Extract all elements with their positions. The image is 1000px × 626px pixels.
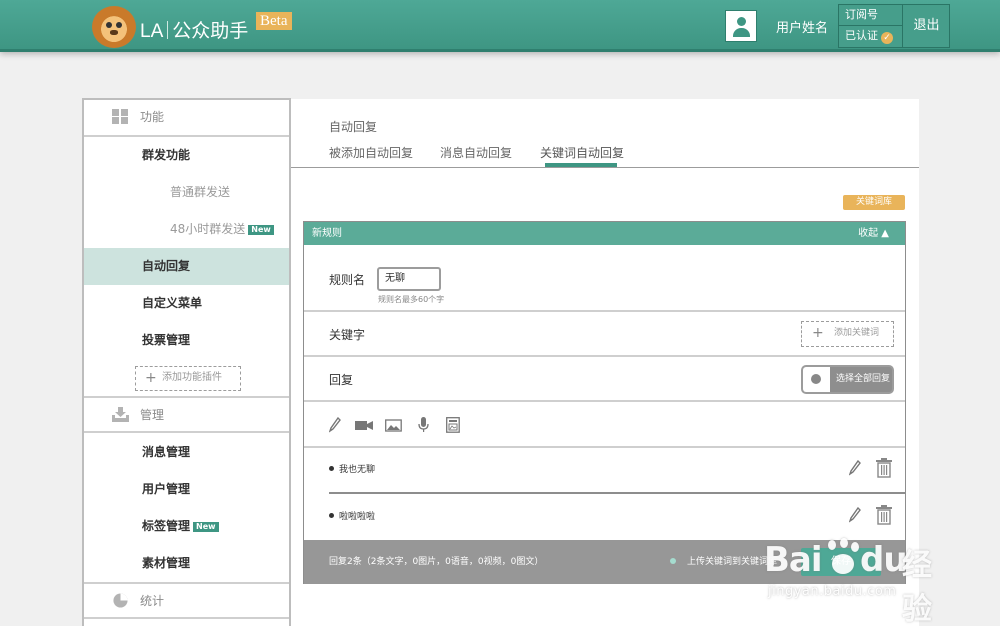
sidebar-section-label: 功能 xyxy=(140,110,165,124)
microphone-icon[interactable] xyxy=(418,417,429,433)
user-avatar-icon[interactable] xyxy=(725,10,757,42)
sidebar-item-message[interactable]: 消息管理 xyxy=(84,434,289,471)
reply-text: 我也无聊 xyxy=(339,465,376,475)
verified-check-icon: ✓ xyxy=(881,32,893,44)
logout-button[interactable]: 退出 xyxy=(903,5,950,47)
tab-added-auto-reply[interactable]: 被添加自动回复 xyxy=(329,144,413,161)
rule-header: 新规则 收起 ▲ xyxy=(304,222,905,245)
tab-keyword-auto-reply[interactable]: 关键词自动回复 xyxy=(540,144,624,161)
toggle-knob xyxy=(803,367,830,392)
plus-icon: + xyxy=(812,325,824,341)
collapse-label: 收起 xyxy=(858,228,879,239)
rule-name-hint: 规则名最多60个字 xyxy=(378,295,445,304)
beta-badge: Beta xyxy=(256,12,292,30)
paw-icon xyxy=(824,538,864,580)
sidebar-item-auto-reply[interactable]: 自动回复 xyxy=(84,248,289,285)
account-type: 订阅号 xyxy=(839,5,903,26)
add-plugin-button[interactable]: + 添加功能插件 xyxy=(135,366,241,391)
radio-icon xyxy=(670,558,676,564)
sidebar-item-mass-send[interactable]: 群发功能 xyxy=(84,137,289,174)
sidebar-section-label: 管理 xyxy=(140,408,165,422)
bullet-icon xyxy=(329,513,334,518)
select-all-label: 选择全部回复 xyxy=(836,374,891,384)
brand-name: 公众助手 xyxy=(172,21,249,42)
watermark-url: jingyan.baidu.com xyxy=(768,584,897,599)
keyword-label: 关键字 xyxy=(329,328,366,342)
reply-item[interactable]: 我也无聊 xyxy=(329,462,375,475)
new-badge: New xyxy=(248,225,274,235)
collapse-button[interactable]: 收起 ▲ xyxy=(858,222,889,245)
reply-divider xyxy=(329,492,905,494)
trash-icon[interactable] xyxy=(876,505,892,525)
select-all-replies-toggle[interactable]: 选择全部回复 xyxy=(801,365,894,394)
account-verified-label: 已认证 xyxy=(845,29,878,42)
sidebar-section-manage[interactable]: 管理 xyxy=(84,396,289,433)
sidebar-item-material[interactable]: 素材管理 xyxy=(84,545,289,582)
baidu-jingyan-watermark: Bai du 经验 jingyan.baidu.com xyxy=(764,538,954,626)
pie-chart-icon xyxy=(113,593,128,608)
edit-pencil-icon[interactable] xyxy=(849,460,861,476)
image-icon[interactable] xyxy=(385,417,402,433)
account-verified: 已认证 ✓ xyxy=(839,26,903,47)
brand-la: LA xyxy=(140,21,164,42)
rule-card: 新规则 收起 ▲ 规则名 无聊 规则名最多60个字 关键字 + 添加关键词 回复… xyxy=(303,221,906,584)
reply-text: 啦啦啦啦 xyxy=(339,512,376,522)
tab-divider xyxy=(291,167,919,168)
upload-to-library-option[interactable]: 上传关键词到关键词库 xyxy=(670,540,777,584)
plus-icon: + xyxy=(145,370,157,386)
inbox-download-icon xyxy=(112,407,129,422)
add-keyword-button[interactable]: + 添加关键词 xyxy=(801,321,894,347)
sidebar-section-label: 统计 xyxy=(140,594,165,608)
user-name[interactable]: 用户姓名 xyxy=(776,17,828,36)
reply-label: 回复 xyxy=(329,373,354,387)
rule-name-label: 规则名 xyxy=(329,273,366,287)
brand-title: LA 公众助手 xyxy=(140,16,248,43)
pencil-icon[interactable] xyxy=(329,417,341,433)
edit-pencil-icon[interactable] xyxy=(849,507,861,523)
trash-icon[interactable] xyxy=(876,458,892,478)
sidebar-item-normal-send[interactable]: 普通群发送 xyxy=(84,174,289,211)
news-icon[interactable] xyxy=(446,417,460,433)
sidebar-item-user[interactable]: 用户管理 xyxy=(84,471,289,508)
add-plugin-label: 添加功能插件 xyxy=(162,372,222,383)
lion-logo-icon[interactable] xyxy=(92,6,136,48)
bullet-icon xyxy=(329,466,334,471)
reply-item[interactable]: 啦啦啦啦 xyxy=(329,509,375,522)
grid-icon xyxy=(112,109,129,124)
new-badge: New xyxy=(193,522,219,532)
watermark-du: du xyxy=(860,540,908,580)
sidebar-item-custom-menu[interactable]: 自定义菜单 xyxy=(84,285,289,322)
watermark-jingyan: 经验 xyxy=(902,548,932,626)
caret-up-icon: ▲ xyxy=(881,228,889,239)
video-icon[interactable] xyxy=(355,417,374,433)
sidebar-item-48h-send[interactable]: 48小时群发送 New xyxy=(84,211,289,248)
sidebar-item-tag[interactable]: 标签管理 New xyxy=(84,508,289,545)
rule-name-input[interactable]: 无聊 xyxy=(377,267,441,291)
top-header: LA 公众助手 Beta 用户姓名 订阅号 已认证 ✓ 退出 xyxy=(0,0,1000,52)
sidebar: 功能 群发功能 普通群发送 48小时群发送 New 自动回复 自定义菜单 投票管理… xyxy=(82,98,291,626)
rule-title: 新规则 xyxy=(312,228,342,239)
add-keyword-label: 添加关键词 xyxy=(834,328,880,338)
breadcrumb: 自动回复 xyxy=(329,120,378,134)
account-box: 订阅号 已认证 ✓ 退出 xyxy=(838,4,950,48)
sidebar-section-function[interactable]: 功能 xyxy=(84,100,289,137)
sidebar-item-vote[interactable]: 投票管理 xyxy=(84,322,289,359)
tab-message-auto-reply[interactable]: 消息自动回复 xyxy=(440,144,512,161)
keyword-library-button[interactable]: 关键词库 xyxy=(843,195,905,210)
sidebar-item-label: 48小时群发送 xyxy=(170,222,246,236)
watermark-bai: Bai xyxy=(764,540,823,580)
reply-summary: 回复2条（2条文字，0图片，0语音，0视频，0图文） xyxy=(329,557,544,567)
sidebar-item-label: 标签管理 xyxy=(142,519,191,533)
sidebar-section-stats[interactable]: 统计 xyxy=(84,582,289,619)
